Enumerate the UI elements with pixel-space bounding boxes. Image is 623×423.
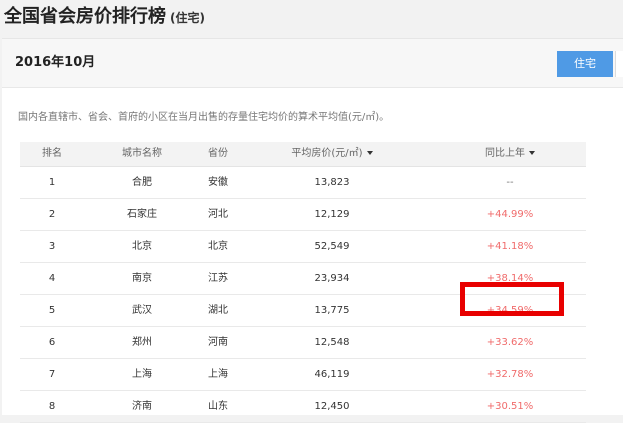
table-row: 5 武汉 湖北 13,775 +34.59%: [20, 295, 586, 327]
sort-caret-down-icon[interactable]: [366, 151, 373, 155]
price-cell: 12,129: [314, 209, 350, 220]
rank-cell: 6: [48, 337, 56, 348]
rank-cell: 1: [48, 177, 56, 188]
province-cell: 上海: [208, 369, 228, 380]
col-header-city: 城市名称: [122, 148, 162, 159]
change-cell: +34.59%: [486, 305, 534, 316]
rank-cell: 2: [48, 209, 56, 220]
col-header-price[interactable]: 平均房价(元/㎡): [282, 142, 382, 166]
rank-cell: 5: [48, 305, 56, 316]
province-cell: 河北: [208, 209, 228, 220]
table-row: 2 石家庄 河北 12,129 +44.99%: [20, 199, 586, 231]
ranking-table: 排名 城市名称 省份 平均房价(元/㎡) 同比上年 1 合肥 安徽 13,823 -- 2…: [20, 142, 586, 423]
change-cell: --: [506, 177, 514, 188]
sort-caret-down-icon[interactable]: [529, 151, 535, 155]
col-header-change[interactable]: 同比上年: [460, 142, 560, 166]
price-cell: 12,450: [314, 401, 350, 412]
city-cell: 石家庄: [127, 209, 157, 220]
price-cell: 23,934: [314, 273, 350, 284]
table-row: 8 济南 山东 12,450 +30.51%: [20, 391, 586, 423]
page-title-text: 全国省会房价排行榜: [4, 6, 166, 27]
date-label: 2016年10月: [15, 55, 96, 70]
city-cell: 合肥: [132, 177, 152, 188]
col-header-rank: 排名: [42, 148, 62, 159]
table-header: 排名 城市名称 省份 平均房价(元/㎡) 同比上年: [20, 142, 586, 167]
table-row: 4 南京 江苏 23,934 +38.14%: [20, 263, 586, 295]
price-cell: 52,549: [314, 241, 350, 252]
city-cell: 南京: [132, 273, 152, 284]
change-cell: +32.78%: [486, 369, 534, 380]
price-cell: 12,548: [314, 337, 350, 348]
city-cell: 上海: [132, 369, 152, 380]
city-cell: 北京: [132, 241, 152, 252]
province-cell: 北京: [208, 241, 228, 252]
province-cell: 江苏: [208, 273, 228, 284]
page-title: 全国省会房价排行榜 (住宅): [4, 2, 205, 32]
price-cell: 13,823: [314, 177, 350, 188]
change-cell: +30.51%: [486, 401, 534, 412]
change-cell: +38.14%: [486, 273, 534, 284]
table-row: 1 合肥 安徽 13,823 --: [20, 167, 586, 199]
rank-cell: 7: [48, 369, 56, 380]
city-cell: 郑州: [132, 337, 152, 348]
ranking-card: 2016年10月 住宅 国内各直辖市、省会、首府的小区在当月出售的存量住宅均价的…: [2, 38, 623, 423]
date-bar: 2016年10月 住宅: [2, 39, 623, 88]
city-cell: 济南: [132, 401, 152, 412]
col-header-change-label[interactable]: 同比上年: [485, 148, 525, 159]
description-text: 国内各直辖市、省会、首府的小区在当月出售的存量住宅均价的算术平均值(元/㎡)。: [18, 112, 390, 123]
change-cell: +44.99%: [486, 209, 534, 220]
rank-cell: 3: [48, 241, 56, 252]
table-row: 6 郑州 河南 12,548 +33.62%: [20, 327, 586, 359]
col-header-province: 省份: [208, 148, 228, 159]
rank-cell: 4: [48, 273, 56, 284]
table-row: 3 北京 北京 52,549 +41.18%: [20, 231, 586, 263]
city-cell: 武汉: [132, 305, 152, 316]
province-cell: 安徽: [208, 177, 228, 188]
price-cell: 46,119: [314, 369, 350, 380]
table-row: 7 上海 上海 46,119 +32.78%: [20, 359, 586, 391]
col-header-price-label[interactable]: 平均房价(元/㎡): [291, 148, 362, 159]
page-subtitle: (住宅): [170, 11, 205, 25]
rank-cell: 8: [48, 401, 56, 412]
change-cell: +33.62%: [486, 337, 534, 348]
province-cell: 湖北: [208, 305, 228, 316]
province-cell: 河南: [208, 337, 228, 348]
residential-type-button[interactable]: 住宅: [557, 51, 613, 77]
change-cell: +41.18%: [486, 241, 534, 252]
price-cell: 13,775: [314, 305, 350, 316]
province-cell: 山东: [208, 401, 228, 412]
type-button-next-edge[interactable]: [615, 51, 623, 77]
